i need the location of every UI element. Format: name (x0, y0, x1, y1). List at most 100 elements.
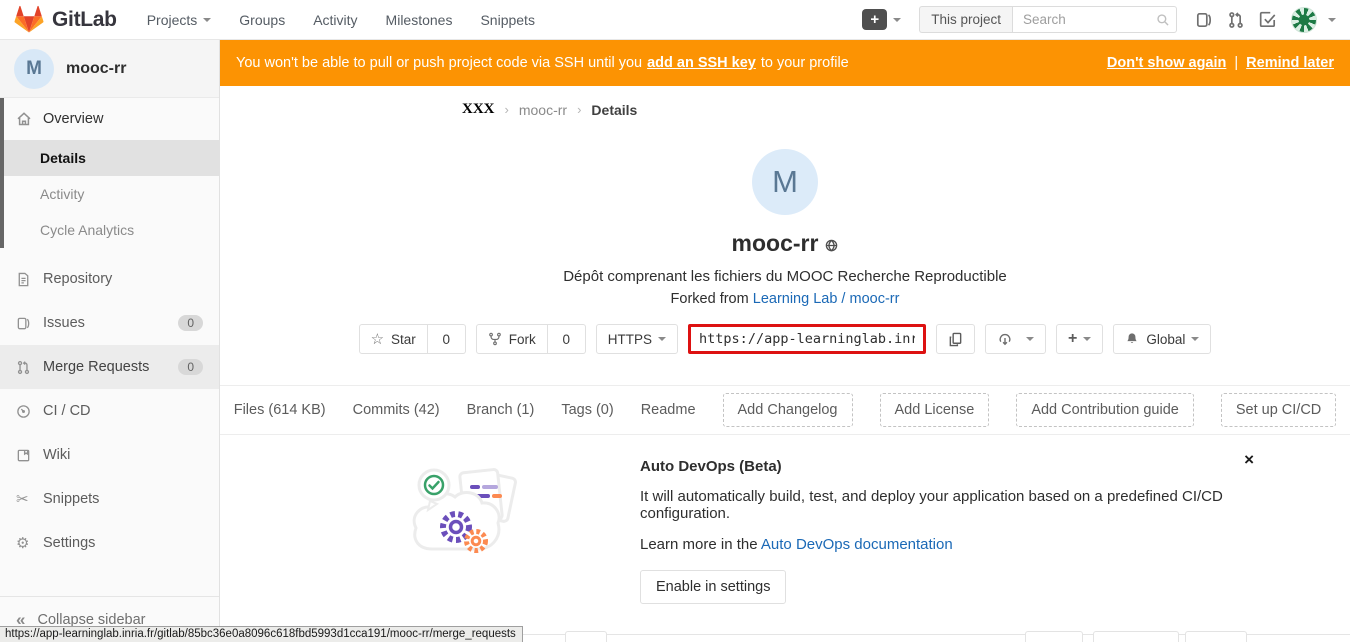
breadcrumb-project[interactable]: mooc-rr (519, 102, 567, 118)
sidebar-item-details[interactable]: Details (4, 140, 219, 176)
dont-show-again-link[interactable]: Don't show again (1107, 55, 1226, 71)
browser-status-bar: https://app-learninglab.inria.fr/gitlab/… (0, 626, 523, 642)
public-globe-icon (825, 239, 838, 252)
sidebar-item-issues[interactable]: Issues 0 (0, 301, 219, 345)
forked-from-link[interactable]: Learning Lab / mooc-rr (753, 291, 900, 307)
project-stats-bar: Files (614 KB) Commits (42) Branch (1) T… (220, 385, 1350, 435)
issues-icon[interactable] (1195, 11, 1213, 29)
brand-name[interactable]: GitLab (52, 8, 117, 32)
new-menu-dropdown[interactable]: + (862, 9, 901, 30)
partial-button[interactable] (1093, 631, 1179, 642)
remind-later-link[interactable]: Remind later (1246, 55, 1334, 71)
breadcrumb-separator: › (577, 102, 581, 117)
learn-more-label: Learn more in the (640, 536, 758, 553)
search-input[interactable] (1012, 6, 1177, 33)
project-avatar: M (752, 149, 818, 215)
chevron-down-icon (1328, 18, 1336, 22)
partial-button[interactable] (565, 631, 607, 642)
nav-groups[interactable]: Groups (239, 12, 285, 28)
close-icon[interactable]: × (1244, 451, 1254, 468)
readme-link[interactable]: Readme (641, 402, 696, 418)
gitlab-logo-icon[interactable] (14, 5, 44, 34)
search-group: This project (919, 6, 1177, 33)
clone-url-input[interactable] (691, 327, 923, 351)
copy-url-button[interactable] (936, 324, 975, 354)
search-scope-label[interactable]: This project (919, 6, 1012, 33)
add-changelog-button[interactable]: Add Changelog (723, 393, 853, 427)
overview-section: Overview Details Activity Cycle Analytic… (0, 98, 219, 248)
gear-icon: ⚙ (16, 536, 32, 551)
banner-text: You won't be able to pull or push projec… (236, 55, 642, 71)
breadcrumb: XXX › mooc-rr › Details (462, 101, 1350, 118)
project-avatar-small: M (14, 49, 54, 89)
user-avatar (1291, 7, 1317, 33)
main-content: XXX › mooc-rr › Details M mooc-rr Dépôt … (220, 86, 1350, 642)
files-link[interactable]: Files (614 KB) (234, 402, 326, 418)
setup-cicd-button[interactable]: Set up CI/CD (1221, 393, 1336, 427)
sidebar-item-wiki[interactable]: Wiki (0, 433, 219, 477)
project-context[interactable]: M mooc-rr (0, 40, 219, 98)
download-dropdown[interactable] (985, 324, 1046, 354)
plus-icon: + (1068, 331, 1077, 347)
branch-link[interactable]: Branch (1) (467, 402, 535, 418)
sidebar-item-cycle-analytics[interactable]: Cycle Analytics (4, 212, 219, 248)
sidebar-item-snippets[interactable]: ✂ Snippets (0, 477, 219, 521)
star-button[interactable]: ☆ Star (359, 324, 428, 354)
fork-count[interactable]: 0 (548, 324, 586, 354)
sidebar-sections: Repository Issues 0 Merge Requests 0 CI … (0, 257, 219, 565)
chevron-down-icon (658, 337, 666, 341)
banner-text-after: to your profile (761, 55, 849, 71)
enable-in-settings-button[interactable]: Enable in settings (640, 570, 786, 604)
gauge-icon (16, 404, 32, 419)
chevron-down-icon (1026, 337, 1034, 341)
tags-link[interactable]: Tags (0) (561, 402, 613, 418)
star-count[interactable]: 0 (428, 324, 466, 354)
notification-dropdown[interactable]: Global (1113, 324, 1211, 354)
nav-snippets[interactable]: Snippets (480, 12, 534, 28)
issues-count-badge: 0 (178, 315, 203, 331)
book-icon (16, 448, 32, 463)
banner-separator: | (1234, 55, 1238, 71)
project-title: mooc-rr (732, 230, 819, 257)
sidebar-item-repository[interactable]: Repository (0, 257, 219, 301)
partial-button[interactable] (1185, 631, 1247, 642)
merge-requests-count-badge: 0 (178, 359, 203, 375)
todos-icon[interactable] (1259, 11, 1277, 29)
sidebar-item-merge-requests[interactable]: Merge Requests 0 (0, 345, 219, 389)
sidebar-item-activity[interactable]: Activity (4, 176, 219, 212)
copy-icon (948, 332, 963, 347)
user-menu[interactable] (1291, 7, 1336, 33)
protocol-dropdown[interactable]: HTTPS (596, 324, 678, 354)
ssh-warning-banner: You won't be able to pull or push projec… (220, 40, 1350, 86)
add-license-button[interactable]: Add License (880, 393, 990, 427)
clone-url-highlight (688, 324, 926, 354)
merge-request-icon[interactable] (1227, 11, 1245, 29)
project-actions: ☆ Star 0 Fork 0 HTTPS (220, 324, 1350, 354)
sidebar-item-overview[interactable]: Overview (4, 98, 219, 140)
fork-button[interactable]: Fork (476, 324, 548, 354)
add-contribution-guide-button[interactable]: Add Contribution guide (1016, 393, 1194, 427)
commits-link[interactable]: Commits (42) (353, 402, 440, 418)
partial-button[interactable] (1025, 631, 1083, 642)
auto-devops-doc-link[interactable]: Auto DevOps documentation (761, 536, 953, 553)
bell-icon (1125, 332, 1139, 346)
document-icon (16, 272, 32, 287)
add-new-dropdown[interactable]: + (1056, 324, 1103, 354)
project-header: M mooc-rr Dépôt comprenant les fichiers … (220, 149, 1350, 307)
nav-projects[interactable]: Projects (147, 12, 212, 28)
chevron-down-icon (893, 18, 901, 22)
star-icon: ☆ (371, 332, 384, 347)
add-ssh-key-link[interactable]: add an SSH key (647, 55, 756, 71)
sidebar-item-ci-cd[interactable]: CI / CD (0, 389, 219, 433)
home-icon (16, 111, 32, 127)
auto-devops-callout: Auto DevOps (Beta) It will automatically… (220, 435, 1350, 635)
breadcrumb-root[interactable]: XXX (462, 101, 495, 118)
nav-milestones[interactable]: Milestones (386, 12, 453, 28)
top-navigation: GitLab Projects Groups Activity Mileston… (0, 0, 1350, 40)
fork-icon (488, 332, 502, 346)
issues-icon (16, 316, 32, 331)
search-icon (1156, 13, 1170, 27)
nav-activity[interactable]: Activity (313, 12, 357, 28)
auto-devops-illustration (410, 449, 532, 561)
sidebar-item-settings[interactable]: ⚙ Settings (0, 521, 219, 565)
